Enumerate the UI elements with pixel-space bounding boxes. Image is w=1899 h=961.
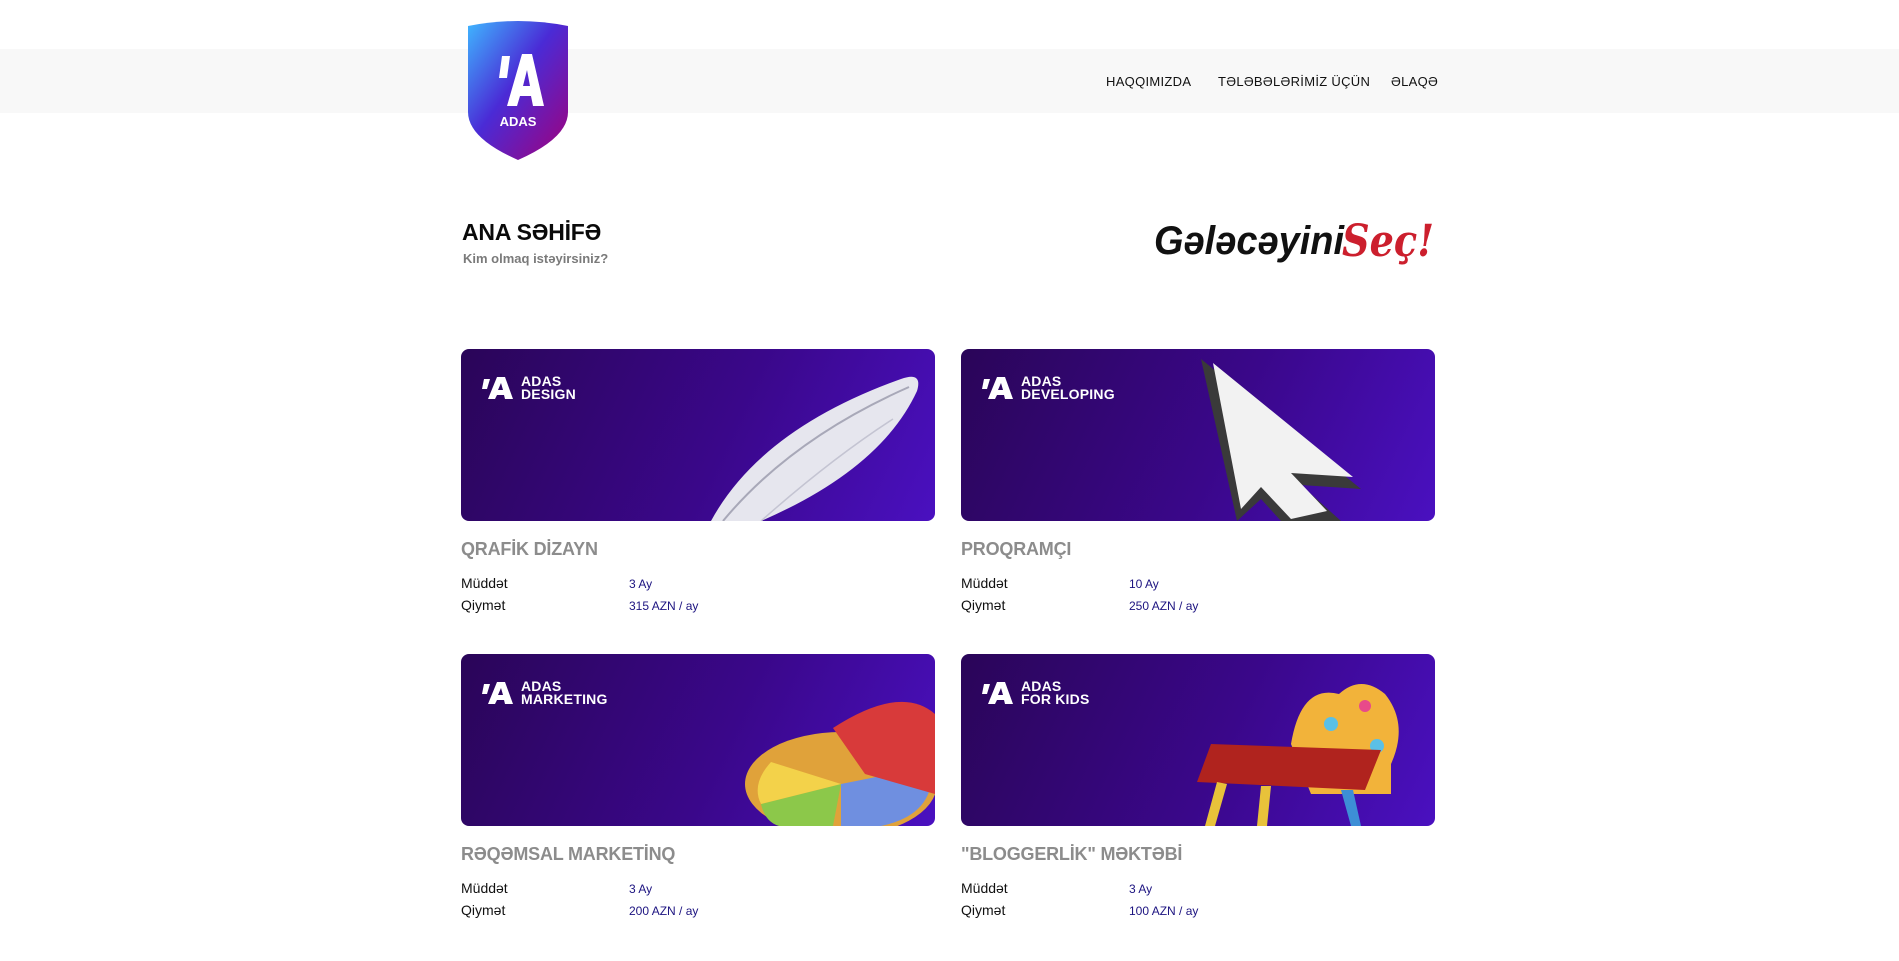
price-label: Qiymət xyxy=(961,597,1006,613)
page-subtitle: Kim olmaq istəyirsiniz? xyxy=(463,251,609,266)
course-title[interactable]: "BLOGGERLİK" MƏKTƏBİ xyxy=(961,844,1182,865)
adas-mark-icon xyxy=(982,377,1013,399)
price-label: Qiymət xyxy=(461,597,506,613)
duration-value: 3 Ay xyxy=(1129,882,1153,896)
svg-text:ADAS: ADAS xyxy=(500,114,537,129)
course-banner[interactable]: ADAS DEVELOPING xyxy=(961,349,1435,521)
course-title[interactable]: RƏQƏMSAL MARKETİNQ xyxy=(461,844,675,865)
course-title[interactable]: QRAFİK DİZAYN xyxy=(461,539,598,560)
duration-value: 10 Ay xyxy=(1129,577,1159,591)
price-label: Qiymət xyxy=(461,902,506,918)
duration-label: Müddət xyxy=(461,880,508,896)
course-brand: ADAS FOR KIDS xyxy=(981,679,1090,707)
brand-line2: DEVELOPING xyxy=(1021,386,1115,402)
nav-link-haqqimizda[interactable]: HAQQIMIZDA xyxy=(1106,74,1191,89)
page-title: ANA SƏHİFƏ xyxy=(462,219,602,245)
main-nav: HAQQIMIZDA TƏLƏBƏLƏRİMİZ ÜÇÜN ƏLAQƏ xyxy=(0,74,1899,94)
duration-value: 3 Ay xyxy=(629,577,653,591)
svg-text:Seç!: Seç! xyxy=(1342,216,1434,267)
adas-mark-icon xyxy=(482,377,513,399)
course-brand: ADAS DEVELOPING xyxy=(981,374,1115,402)
course-banner[interactable]: ADAS DESIGN xyxy=(461,349,935,521)
duration-label: Müddət xyxy=(461,575,508,591)
course-banner[interactable]: ADAS MARKETING xyxy=(461,654,935,826)
brand-line2: MARKETING xyxy=(521,691,608,707)
nav-link-telebelerimiz[interactable]: TƏLƏBƏLƏRİMİZ ÜÇÜN xyxy=(1218,74,1370,89)
adas-mark-icon xyxy=(482,682,513,704)
course-banner[interactable]: ADAS FOR KIDS xyxy=(961,654,1435,826)
price-value: 315 AZN / ay xyxy=(629,599,699,613)
duration-label: Müddət xyxy=(961,880,1008,896)
course-title[interactable]: PROQRAMÇI xyxy=(961,539,1071,560)
slogan-graphic: Gələcəyini Seç! xyxy=(1154,216,1434,267)
svg-text:Gələcəyini: Gələcəyini xyxy=(1154,219,1345,263)
course-brand: ADAS MARKETING xyxy=(481,679,608,707)
price-value: 250 AZN / ay xyxy=(1129,599,1199,613)
adas-mark-icon xyxy=(982,682,1013,704)
brand-line2: FOR KIDS xyxy=(1021,691,1090,707)
brand-line2: DESIGN xyxy=(521,386,576,402)
duration-label: Müddət xyxy=(961,575,1008,591)
price-value: 200 AZN / ay xyxy=(629,904,699,918)
nav-link-elaqe[interactable]: ƏLAQƏ xyxy=(1391,74,1438,89)
price-label: Qiymət xyxy=(961,902,1006,918)
price-value: 100 AZN / ay xyxy=(1129,904,1199,918)
course-brand: ADAS DESIGN xyxy=(481,374,576,402)
duration-value: 3 Ay xyxy=(629,882,653,896)
